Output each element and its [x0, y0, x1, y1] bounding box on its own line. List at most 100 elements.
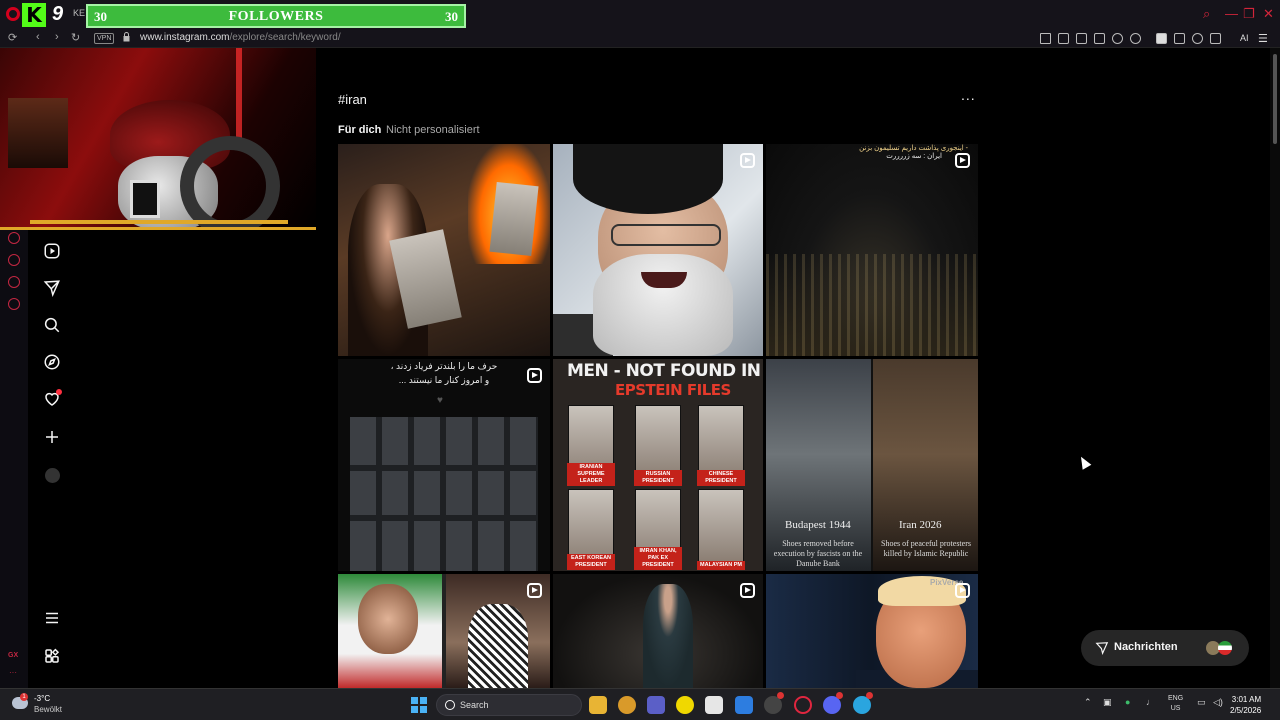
weather-temperature[interactable]: -3°C	[34, 694, 50, 703]
download-icon[interactable]	[1210, 33, 1221, 44]
extension-icon[interactable]	[1156, 33, 1167, 44]
profile-icon[interactable]	[1192, 33, 1203, 44]
teams-icon[interactable]	[647, 696, 665, 714]
post-thumbnail[interactable]	[338, 144, 550, 356]
portrait-label: CHINESE PRESIDENT	[697, 470, 745, 486]
notifications-icon[interactable]	[43, 389, 62, 408]
post-headline: MEN - NOT FOUND IN	[567, 361, 761, 381]
bookmark-icon[interactable]	[1040, 33, 1051, 44]
post-thumbnail[interactable]	[553, 144, 763, 356]
start-button-icon[interactable]	[411, 697, 427, 713]
search-icon[interactable]	[43, 316, 61, 334]
post-thumbnail[interactable]	[553, 574, 763, 688]
puzzle-icon[interactable]	[1174, 33, 1185, 44]
file-explorer-icon[interactable]	[589, 696, 607, 714]
portrait-label: IMRAN KHAN, PAK EX PRESIDENT	[634, 547, 682, 570]
reels-icon[interactable]	[43, 242, 61, 260]
post-thumbnail[interactable]: MEN - NOT FOUND IN EPSTEIN FILES IRANIAN…	[553, 359, 763, 571]
system-clock[interactable]: 3:01 AM 2/5/2026	[1230, 694, 1261, 716]
minimize-button[interactable]: —	[1225, 6, 1238, 21]
tab-title[interactable]: KE	[73, 8, 85, 18]
language-indicator[interactable]: ENG US	[1168, 694, 1183, 714]
create-icon[interactable]	[43, 428, 61, 446]
notification-badge	[836, 692, 843, 699]
opera-more-icon[interactable]: ···	[9, 668, 17, 677]
post-right-subtitle: Shoes of peaceful protesters killed by I…	[881, 539, 971, 558]
vpn-badge[interactable]: VPN	[94, 33, 115, 44]
snapshot-icon[interactable]	[1058, 33, 1069, 44]
opera-sidebar-settings-icon[interactable]	[8, 298, 20, 310]
store-icon[interactable]	[705, 696, 723, 714]
tray-overflow-icon[interactable]: ⌃	[1084, 697, 1092, 708]
weather-condition[interactable]: Bewölkt	[34, 705, 62, 714]
explore-icon[interactable]	[43, 353, 61, 371]
tray-app-icon[interactable]: ▣	[1103, 697, 1112, 708]
network-icon[interactable]: ▭	[1197, 697, 1206, 708]
reel-icon	[527, 368, 542, 383]
heart-bookmark-icon[interactable]	[1130, 33, 1141, 44]
page-scrollbar[interactable]	[1270, 48, 1280, 688]
lock-icon[interactable]	[123, 32, 130, 42]
portrait-card: CHINESE PRESIDENT	[697, 405, 745, 486]
messages-icon[interactable]	[43, 279, 61, 297]
address-bar: ⟳ ‹ › ↻ VPN www.instagram.com/explore/se…	[0, 30, 1280, 48]
profile-avatar[interactable]	[45, 468, 60, 483]
back-icon[interactable]: ‹	[36, 31, 40, 43]
tray-status-icon[interactable]: ●	[1125, 697, 1130, 707]
tab-not-personalized[interactable]: Nicht personalisiert	[386, 124, 480, 136]
send-icon	[1095, 642, 1109, 655]
opera-sidebar-clock-icon[interactable]	[8, 254, 20, 266]
also-from-meta-icon[interactable]	[43, 647, 61, 665]
post-thumbnail[interactable]: Budapest 1944 Shoes removed before execu…	[766, 359, 978, 571]
opera-gx-taskbar-icon[interactable]	[794, 696, 812, 714]
close-button[interactable]: ✕	[1263, 6, 1274, 22]
forward-icon[interactable]: ›	[55, 31, 59, 43]
app-icon[interactable]	[676, 696, 694, 714]
refresh-icon[interactable]: ↻	[71, 31, 80, 44]
post-headline-part: MEN -	[567, 361, 621, 381]
post-thumbnail[interactable]: PixVerse	[766, 574, 978, 688]
windows-taskbar: 1 -3°C Bewölkt Search ⌃ ▣ ● ♩ ENG US ▭ ◁…	[0, 688, 1280, 720]
opera-sidebar-pin-icon[interactable]	[8, 276, 20, 288]
search-tabs-icon[interactable]: ⌕	[1203, 6, 1210, 22]
language-code: ENG	[1168, 695, 1184, 702]
maximize-button[interactable]: ❐	[1243, 6, 1255, 22]
browser-app-icon[interactable]	[618, 696, 636, 714]
tab-for-you[interactable]: Für dich	[338, 124, 381, 136]
post-glasses	[611, 224, 721, 246]
reel-icon	[955, 583, 970, 598]
post-thumbnail[interactable]: - اینجوری پذاشت داریم تسلیمون بزنن ایران…	[766, 144, 978, 356]
portrait-card: MALAYSIAN PM	[697, 489, 745, 570]
search-icon	[445, 700, 455, 710]
translate-icon[interactable]	[1094, 33, 1105, 44]
opera-gx-icon[interactable]: GX	[8, 652, 18, 659]
post-beard	[593, 254, 733, 356]
mail-icon[interactable]	[735, 696, 753, 714]
post-thumbnail[interactable]: حرف ما را بلندتر فریاد زدند ، و امروز کن…	[338, 359, 550, 571]
post-thumbnail[interactable]	[338, 574, 550, 688]
portrait-card: EAST KOREAN PRESIDENT	[567, 489, 615, 570]
reload-icon[interactable]: ⟳	[8, 31, 17, 44]
post-left-title: Budapest 1944	[785, 519, 851, 531]
reel-icon	[740, 153, 755, 168]
taskbar-search[interactable]: Search	[436, 694, 582, 716]
nine-logo-icon[interactable]: 9	[52, 3, 63, 26]
post-burning-photo	[489, 181, 539, 257]
scroll-thumb[interactable]	[1273, 54, 1277, 144]
messages-label: Nachrichten	[1114, 641, 1178, 653]
opera-sidebar-history-icon[interactable]	[8, 232, 20, 244]
portrait-label: EAST KOREAN PRESIDENT	[567, 554, 615, 570]
adblock-icon[interactable]	[1076, 33, 1087, 44]
volume-icon[interactable]: ◁)	[1213, 697, 1223, 708]
browser-menu-icon[interactable]: ☰	[1258, 32, 1268, 45]
url-field[interactable]: www.instagram.com/explore/search/keyword…	[140, 32, 341, 43]
menu-icon[interactable]	[43, 609, 61, 627]
kick-logo-icon[interactable]: K	[22, 3, 46, 27]
microphone-icon[interactable]: ♩	[1146, 697, 1155, 707]
player-icon[interactable]	[1112, 33, 1123, 44]
messages-button[interactable]: Nachrichten	[1081, 630, 1249, 666]
aria-ai-button[interactable]: AI	[1240, 33, 1249, 43]
opera-logo-icon[interactable]	[6, 7, 20, 21]
more-options-button[interactable]: ...	[961, 87, 976, 103]
reel-icon	[527, 583, 542, 598]
